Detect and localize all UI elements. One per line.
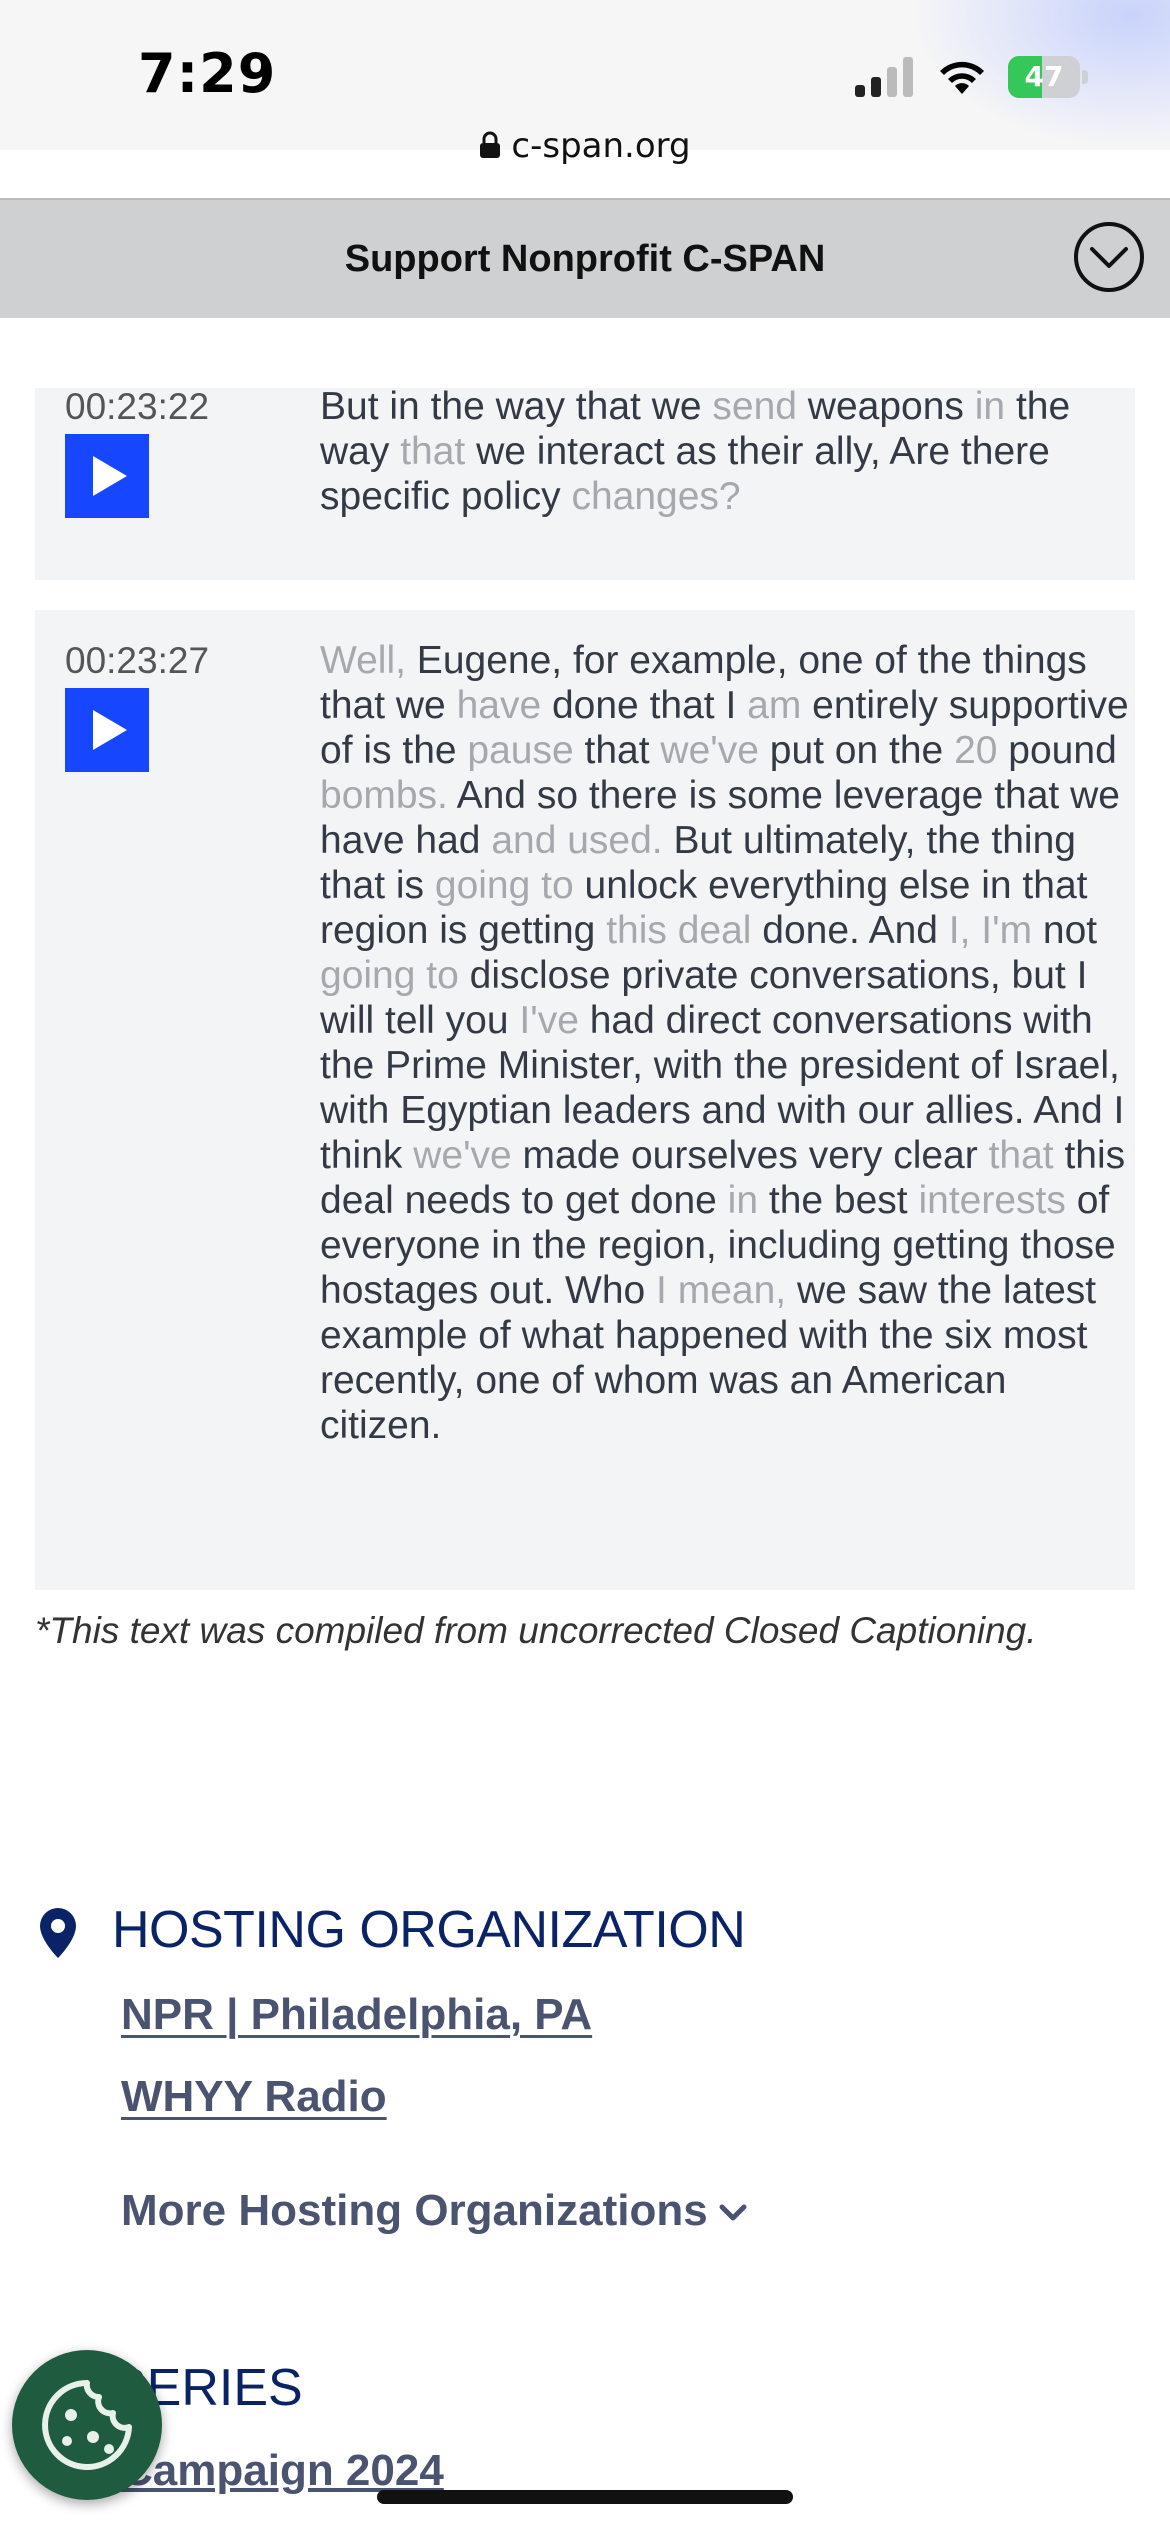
caption-text: But in the way that we send weapons in t… [320,384,1130,519]
status-bar: 7:29 47 c-span.org [0,0,1170,166]
caption-segment: weapons [796,385,975,428]
caption-segment: made ourselves very clear [511,1134,989,1177]
map-pin-icon [40,1908,76,1958]
support-banner[interactable]: Support Nonprofit C-SPAN [0,198,1170,318]
caption-segment-dim: that [988,1134,1054,1177]
caption-segment-dim: we've [413,1134,512,1177]
transcript-entry: 00:23:27 Well, Eugene, for example, one … [35,610,1135,1590]
caption-segment-dim: interests [918,1179,1066,1222]
cookie-icon [42,2380,132,2470]
more-hosting-organizations-label: More Hosting Organizations [121,2186,708,2235]
caption-segment-dim: Well, [320,639,406,682]
caption-segment-dim: 20 [954,729,998,772]
home-indicator[interactable] [377,2490,793,2504]
play-button[interactable] [65,688,149,772]
caption-segment: not [1032,909,1098,952]
caption-segment: But in the way that we [320,385,713,428]
wifi-icon [935,54,989,98]
caption-segment-dim: going to [320,954,459,997]
play-button[interactable] [65,434,149,518]
lock-icon [479,128,501,168]
chevron-down-icon [719,2204,747,2221]
caption-segment-dim: in [727,1179,759,1222]
hosting-org-link[interactable]: WHYY Radio [121,2072,387,2122]
hosting-organization-heading: HOSTING ORGANIZATION [112,1901,746,1959]
caption-segment: the best [758,1179,919,1222]
status-time: 7:29 [138,42,277,105]
caption-segment-dim: I, I'm [948,909,1033,952]
caption-segment-dim: have [456,684,542,727]
signal-icon [855,57,913,97]
series-link[interactable]: Campaign 2024 [121,2446,444,2496]
play-icon [93,456,127,496]
url-text: c-span.org [511,126,691,166]
caption-segment-dim: going to [434,864,574,907]
caption-segment: put on the [758,729,955,772]
caption-segment-dim: send [712,385,797,428]
hosting-org-link[interactable]: NPR | Philadelphia, PA [121,1990,592,2040]
caption-segment: that [573,729,661,772]
transcript-entry: 00:23:22 But in the way that we send wea… [35,385,1135,580]
caption-segment-dim: this deal [606,909,752,952]
caption-segment: done that I [541,684,748,727]
caption-segment: done. And [751,909,949,952]
caption-segment-dim: pause [467,729,574,772]
caption-segment-dim: that [400,430,466,473]
chevron-down-circle-icon[interactable] [1072,220,1146,294]
url-bar[interactable]: c-span.org [0,126,1170,168]
caption-segment-dim: bombs. [320,774,448,817]
caption-segment-dim: changes? [571,475,741,518]
caption-segment-dim: am [747,684,802,727]
caption-segment-dim: I've [519,999,579,1042]
caption-segment-dim: and used. [491,819,663,862]
caption-text: Well, Eugene, for example, one of the th… [320,638,1130,1448]
battery-level: 47 [1024,60,1064,93]
timestamp[interactable]: 00:23:22 [65,386,209,428]
caption-disclaimer: *This text was compiled from uncorrected… [35,1610,1037,1651]
caption-segment-dim: I mean, [656,1269,787,1312]
caption-segment-dim: in [974,385,1006,428]
play-icon [93,710,127,750]
more-hosting-organizations-button[interactable]: More Hosting Organizations [121,2186,748,2236]
support-banner-text: Support Nonprofit C-SPAN [344,238,826,280]
caption-segment-dim: we've [660,729,759,772]
cookie-settings-button[interactable] [12,2350,162,2500]
timestamp[interactable]: 00:23:27 [65,640,209,682]
caption-segment: pound [997,729,1117,772]
battery-icon: 47 [1008,56,1088,98]
